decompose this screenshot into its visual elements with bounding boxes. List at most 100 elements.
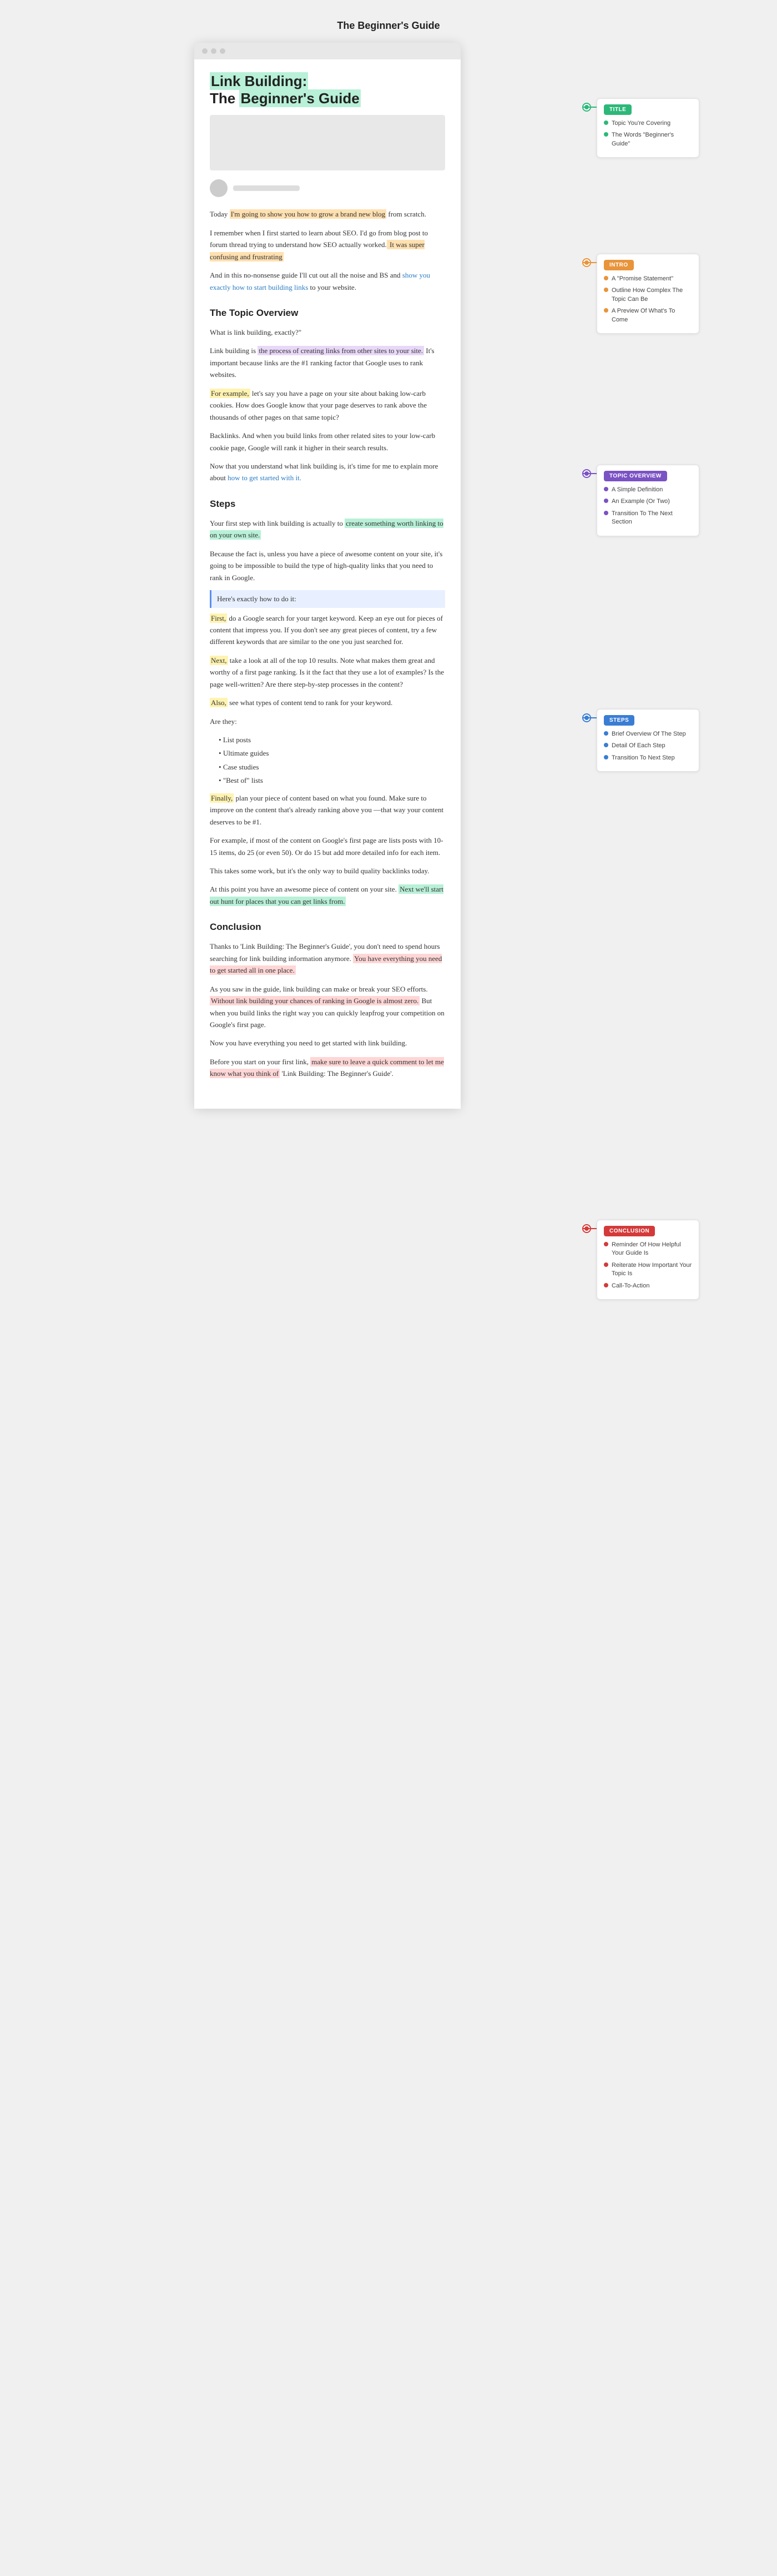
annotation-topic-badge: TOPIC OVERVIEW [604,471,667,481]
dot-icon [604,731,608,736]
section2-heading: Steps [210,496,445,512]
title-highlight-2: Beginner's Guide [239,89,360,107]
annotation-steps-item-1: Brief Overview Of The Step [604,730,692,738]
section3-heading: Conclusion [210,919,445,935]
annotation-steps-box: STEPS Brief Overview Of The Step Detail … [597,709,699,772]
section1-highlight-2: For example, [210,389,250,398]
dot-icon [604,308,608,313]
annotation-conclusion-item-1: Reminder Of How Helpful Your Guide Is [604,1241,692,1258]
dot-icon [604,276,608,280]
dot-icon [604,487,608,491]
conclusion-p4: Before you start on your first link, mak… [210,1056,445,1080]
section1-link[interactable]: how to get started with it. [228,474,301,482]
annotation-title-box: TITLE Topic You're Covering The Words "B… [597,98,699,158]
section1-p4: Backlinks. And when you build links from… [210,430,445,454]
steps-first-highlight: First, [210,613,227,623]
article-title: Link Building: The Beginner's Guide [210,73,445,107]
steps-also-highlight: Also, [210,698,228,707]
steps-are-they: Are they: [210,716,445,727]
section1-heading: The Topic Overview [210,305,445,321]
annotation-intro-box: INTRO A "Promise Statement" Outline How … [597,254,699,334]
annotation-title-item-1: Topic You're Covering [604,119,692,128]
annotation-title: TITLE Topic You're Covering The Words "B… [597,98,699,158]
steps-also: Also, see what types of content tend to … [210,697,445,708]
list-item: "Best of" lists [219,774,445,786]
conclusion-p1: Thanks to 'Link Building: The Beginner's… [210,940,445,976]
dot-icon [604,1283,608,1287]
author-name [233,185,300,191]
annotation-intro-item-3: A Preview Of What's To Come [604,307,692,324]
annotation-topic-box: TOPIC OVERVIEW A Simple Definition An Ex… [597,465,699,536]
conclusion-p2: As you saw in the guide, link building c… [210,983,445,1031]
dot-icon [604,511,608,515]
section1-highlight-1: the process of creating links from other… [258,346,424,355]
dot-icon [604,120,608,125]
dot-icon [604,1242,608,1246]
steps-next: Next, take a look at all of the top 10 r… [210,655,445,690]
page-wrapper: The Beginner's Guide Link Building: The … [194,11,583,1109]
page-title: The Beginner's Guide [194,11,583,43]
intro-p1: Today I'm going to show you how to grow … [210,208,445,220]
steps-work: This takes some work, but it's the only … [210,865,445,877]
annotation-topic-item-1: A Simple Definition [604,486,692,494]
annotation-steps: STEPS Brief Overview Of The Step Detail … [597,709,699,772]
annotation-topic-item-2: An Example (Or Two) [604,497,692,506]
section1-p2: Link building is the process of creating… [210,345,445,380]
steps-p1: Your first step with link building is ac… [210,517,445,541]
dot-icon [604,132,608,137]
list-item: Ultimate guides [219,747,445,759]
conclusion-p3: Now you have everything you need to get … [210,1037,445,1049]
annotation-conclusion-item-2: Reiterate How Important Your Topic Is [604,1261,692,1279]
dot-icon [604,499,608,503]
steps-point: At this point you have an awesome piece … [210,883,445,907]
steps-first: First, do a Google search for your targe… [210,612,445,648]
intro-highlight-1: I'm going to show you how to grow a bran… [230,209,387,219]
annotation-conclusion-badge: CONCLUSION [604,1226,655,1236]
steps-keyword-box: Here's exactly how to do it: [210,590,445,607]
annotation-conclusion-item-3: Call-To-Action [604,1282,692,1290]
section1-p5: Now that you understand what link buildi… [210,460,445,484]
section1-p1: What is link building, exactly?" [210,326,445,338]
browser-dot-1 [202,48,208,54]
author-row [210,179,445,197]
annotation-intro-item-1: A "Promise Statement" [604,275,692,283]
annotation-steps-badge: STEPS [604,715,634,726]
outer-layout: Link Building: The Beginner's Guide Toda… [194,43,583,1109]
steps-next-highlight: Next, [210,656,228,665]
browser-dot-3 [220,48,225,54]
dot-icon [604,288,608,292]
steps-example: For example, if most of the content on G… [210,834,445,858]
browser-dot-2 [211,48,216,54]
intro-p3: And in this no-nonsense guide I'll cut o… [210,269,445,293]
section1-p3: For example, let's say you have a page o… [210,388,445,423]
list-item: Case studies [219,761,445,773]
article-body: Today I'm going to show you how to grow … [210,208,445,1079]
dot-icon [604,743,608,747]
annotation-topic: TOPIC OVERVIEW A Simple Definition An Ex… [597,465,699,536]
steps-finally-highlight: Finally, [210,793,234,803]
browser-bar [194,43,461,59]
author-avatar [210,179,228,197]
annotation-steps-item-2: Detail Of Each Step [604,742,692,750]
annotation-conclusion-box: CONCLUSION Reminder Of How Helpful Your … [597,1220,699,1300]
dot-icon [604,1262,608,1267]
browser-window: Link Building: The Beginner's Guide Toda… [194,43,461,1109]
annotation-title-item-2: The Words "Beginner's Guide" [604,131,692,148]
annotation-title-badge: TITLE [604,104,632,115]
steps-p2: Because the fact is, unless you have a p… [210,548,445,583]
annotation-topic-item-3: Transition To The Next Section [604,510,692,527]
intro-p2: I remember when I first started to learn… [210,227,445,263]
annotation-steps-item-3: Transition To Next Step [604,754,692,762]
annotation-conclusion: CONCLUSION Reminder Of How Helpful Your … [597,1220,699,1300]
conclusion-highlight-2: Without link building your chances of ra… [210,996,420,1005]
annotation-intro-badge: INTRO [604,260,634,270]
steps-list: List posts Ultimate guides Case studies … [219,734,445,787]
article-image [210,115,445,170]
browser-content: Link Building: The Beginner's Guide Toda… [194,59,461,1109]
list-item: List posts [219,734,445,746]
title-highlight-1: Link Building: [210,72,308,90]
dot-icon [604,755,608,759]
annotation-intro: INTRO A "Promise Statement" Outline How … [597,254,699,334]
annotation-intro-item-2: Outline How Complex The Topic Can Be [604,286,692,304]
steps-finally: Finally, plan your piece of content base… [210,792,445,828]
